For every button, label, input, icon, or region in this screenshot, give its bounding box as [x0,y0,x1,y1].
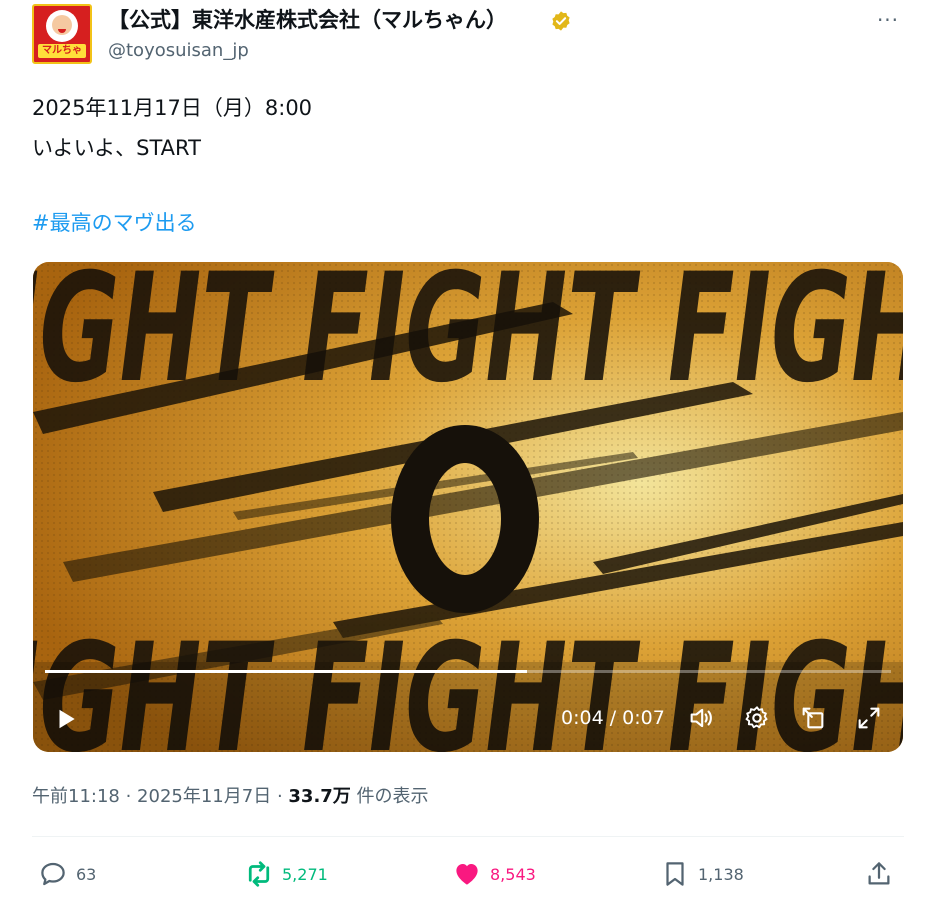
like-count: 8,543 [490,864,536,884]
repost-button[interactable]: 5,271 [244,856,328,892]
post-text-line-2: いよいよ、START [32,136,201,160]
reply-count: 63 [76,864,97,884]
bookmark-count: 1,138 [698,864,744,884]
post-meta: 午前11:18 · 2025年11月7日 · 33.7万 件の表示 [32,783,429,811]
repost-count: 5,271 [282,864,328,884]
post-text-line-1: 2025年11月17日（月）8:00 [32,96,313,120]
video-frame: IGHT FIGHT FIGH IGHT FIGHT FIGH [33,262,903,752]
heart-icon [456,864,478,885]
video-time: 0:04 / 0:07 [561,705,665,731]
share-button[interactable] [864,856,902,892]
views-count: 33.7万 [288,786,351,807]
share-icon [868,862,890,885]
post: マルちゃん 【公式】東洋水産株式会社（マルちゃん） @toyosuisan_jp… [0,0,928,905]
avatar[interactable]: マルちゃん [32,4,92,64]
video-duration: 0:07 [622,707,665,729]
volume-icon[interactable] [687,704,715,732]
avatar-brand-label: マルちゃん [38,44,86,62]
fullscreen-icon[interactable] [855,704,883,732]
time-separator: / [603,707,623,729]
bookmark-button[interactable]: 1,138 [660,856,744,892]
video-progress-fill [45,670,528,673]
settings-icon[interactable] [743,704,771,732]
post-date[interactable]: 2025年11月7日 [137,786,271,807]
video-player[interactable]: IGHT FIGHT FIGH IGHT FIGHT FIGH 0:04 / 0… [33,262,903,752]
like-button[interactable]: 8,543 [452,856,536,892]
svg-text:IGHT FIGHT FIGH: IGHT FIGHT FIGH [33,262,903,416]
hashtag-link[interactable]: #最高のマヴ出る [32,208,197,238]
meta-separator: · [119,786,138,807]
play-icon[interactable] [53,706,79,732]
pip-icon[interactable] [799,704,827,732]
views-label: 件の表示 [350,786,429,807]
divider [32,836,904,837]
user-handle[interactable]: @toyosuisan_jp [108,39,249,63]
reply-button[interactable]: 63 [38,856,96,892]
meta-separator-2: · [271,786,289,807]
bookmark-icon [666,862,684,886]
repost-icon [248,861,270,887]
post-time[interactable]: 午前11:18 [32,786,120,807]
mascot-face-icon [46,10,78,42]
video-progress-bar[interactable] [45,670,891,673]
video-current-time: 0:04 [561,707,604,729]
display-name[interactable]: 【公式】東洋水産株式会社（マルちゃん） [108,6,507,34]
verified-badge-icon [552,11,570,31]
more-options-icon[interactable]: ··· [872,8,904,32]
reply-icon [41,862,65,886]
